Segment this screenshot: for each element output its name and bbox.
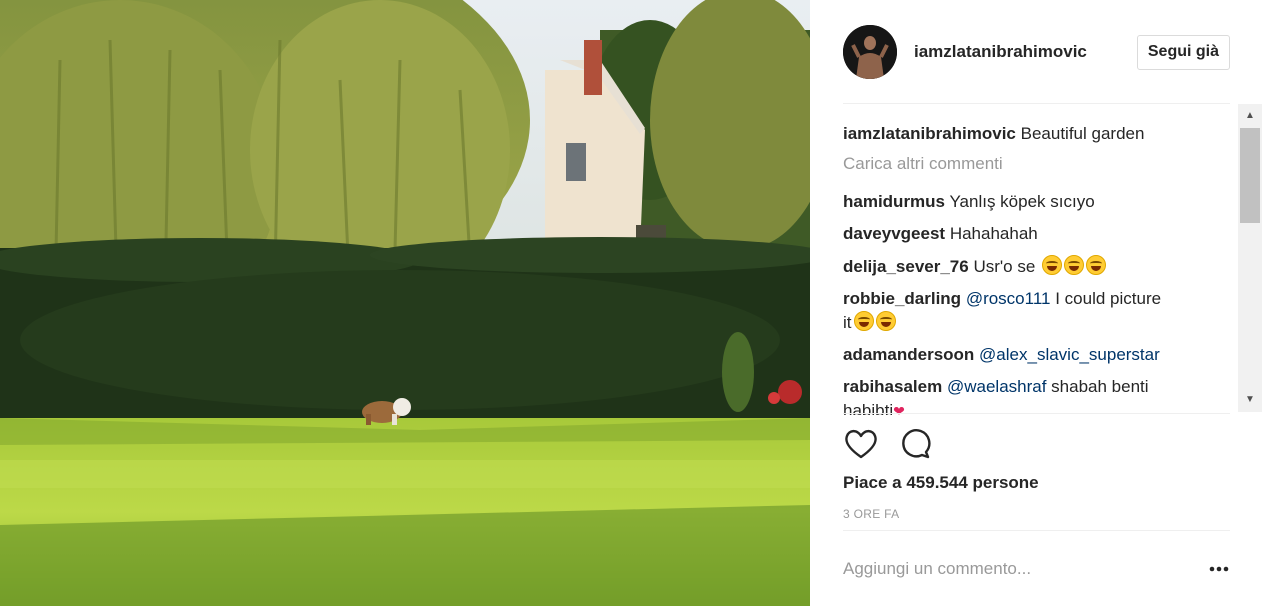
comment-username[interactable]: adamandersoon	[843, 345, 974, 364]
load-more-comments-link[interactable]: Carica altri commenti	[843, 154, 1003, 174]
more-options-icon[interactable]	[1206, 556, 1232, 582]
laughing-tears-emoji-icon	[1064, 255, 1085, 275]
laughing-tears-emoji-icon	[1086, 255, 1107, 275]
comment-username[interactable]: daveyvgeest	[843, 224, 945, 243]
divider	[843, 530, 1230, 531]
heart-icon[interactable]	[843, 426, 879, 462]
caption: iamzlatanibrahimovic Beautiful garden	[843, 122, 1233, 146]
post-side-panel: iamzlatanibrahimovic Segui già iamzlatan…	[810, 0, 1263, 606]
comments-scrollbar[interactable]: ▲ ▼	[1238, 104, 1262, 412]
post-actions	[843, 424, 951, 464]
comments-list[interactable]: iamzlatanibrahimovic Beautiful garden Ca…	[843, 104, 1233, 415]
scrollbar-thumb[interactable]	[1240, 128, 1260, 223]
comment-text: Yanlış köpek sıcıyo	[949, 192, 1095, 211]
garden-photo	[0, 0, 810, 606]
comment-username[interactable]: rabihasalem	[843, 377, 942, 396]
comment-item: robbie_darling @rosco111 I could picture…	[843, 287, 1233, 335]
avatar[interactable]	[843, 25, 897, 79]
post-photo[interactable]	[0, 0, 810, 606]
comment-text-continued: it	[843, 313, 852, 332]
post-timestamp[interactable]: 3 ORE FA	[843, 507, 899, 521]
comment-mention-link[interactable]: @alex_slavic_superstar	[979, 345, 1160, 364]
comment-item: rabihasalem @waelashraf shabah benti hab…	[843, 375, 1233, 415]
comment-mention-link[interactable]: @rosco111	[966, 289, 1051, 308]
comment-username[interactable]: robbie_darling	[843, 289, 961, 308]
likes-count[interactable]: Piace a 459.544 persone	[843, 473, 1039, 493]
scroll-down-arrow-icon[interactable]: ▼	[1238, 390, 1262, 410]
caption-username[interactable]: iamzlatanibrahimovic	[843, 124, 1016, 143]
comment-mention-link[interactable]: @waelashraf	[947, 377, 1046, 396]
laughing-tears-emoji-icon	[875, 311, 896, 331]
add-comment-input[interactable]	[843, 552, 1183, 586]
comment-item: delija_sever_76 Usr'o se	[843, 255, 1233, 279]
divider	[843, 413, 1230, 414]
comment-item: daveyvgeest Hahahahah	[843, 222, 1233, 246]
comment-username[interactable]: hamidurmus	[843, 192, 945, 211]
laughing-tears-emoji-icon	[853, 311, 874, 331]
scroll-up-arrow-icon[interactable]: ▲	[1238, 106, 1262, 126]
comment-text: Usr'o se	[973, 257, 1036, 276]
comment-bubble-icon[interactable]	[897, 426, 933, 462]
comment-text: I could picture	[1055, 289, 1162, 308]
laughing-tears-emoji-icon	[1042, 255, 1063, 275]
comment-username[interactable]: delija_sever_76	[843, 257, 969, 276]
comment-text: shabah benti	[1051, 377, 1149, 396]
follow-button[interactable]: Segui già	[1136, 34, 1230, 70]
comment-item: adamandersoon @alex_slavic_superstar	[843, 343, 1233, 367]
caption-text: Beautiful garden	[1020, 124, 1145, 143]
comment-item: hamidurmus Yanlış köpek sıcıyo	[843, 190, 1233, 214]
avatar-image	[843, 25, 897, 79]
post-username[interactable]: iamzlatanibrahimovic	[914, 42, 1137, 62]
comment-text: Hahahahah	[949, 224, 1038, 243]
post-header: iamzlatanibrahimovic Segui già	[843, 24, 1230, 80]
